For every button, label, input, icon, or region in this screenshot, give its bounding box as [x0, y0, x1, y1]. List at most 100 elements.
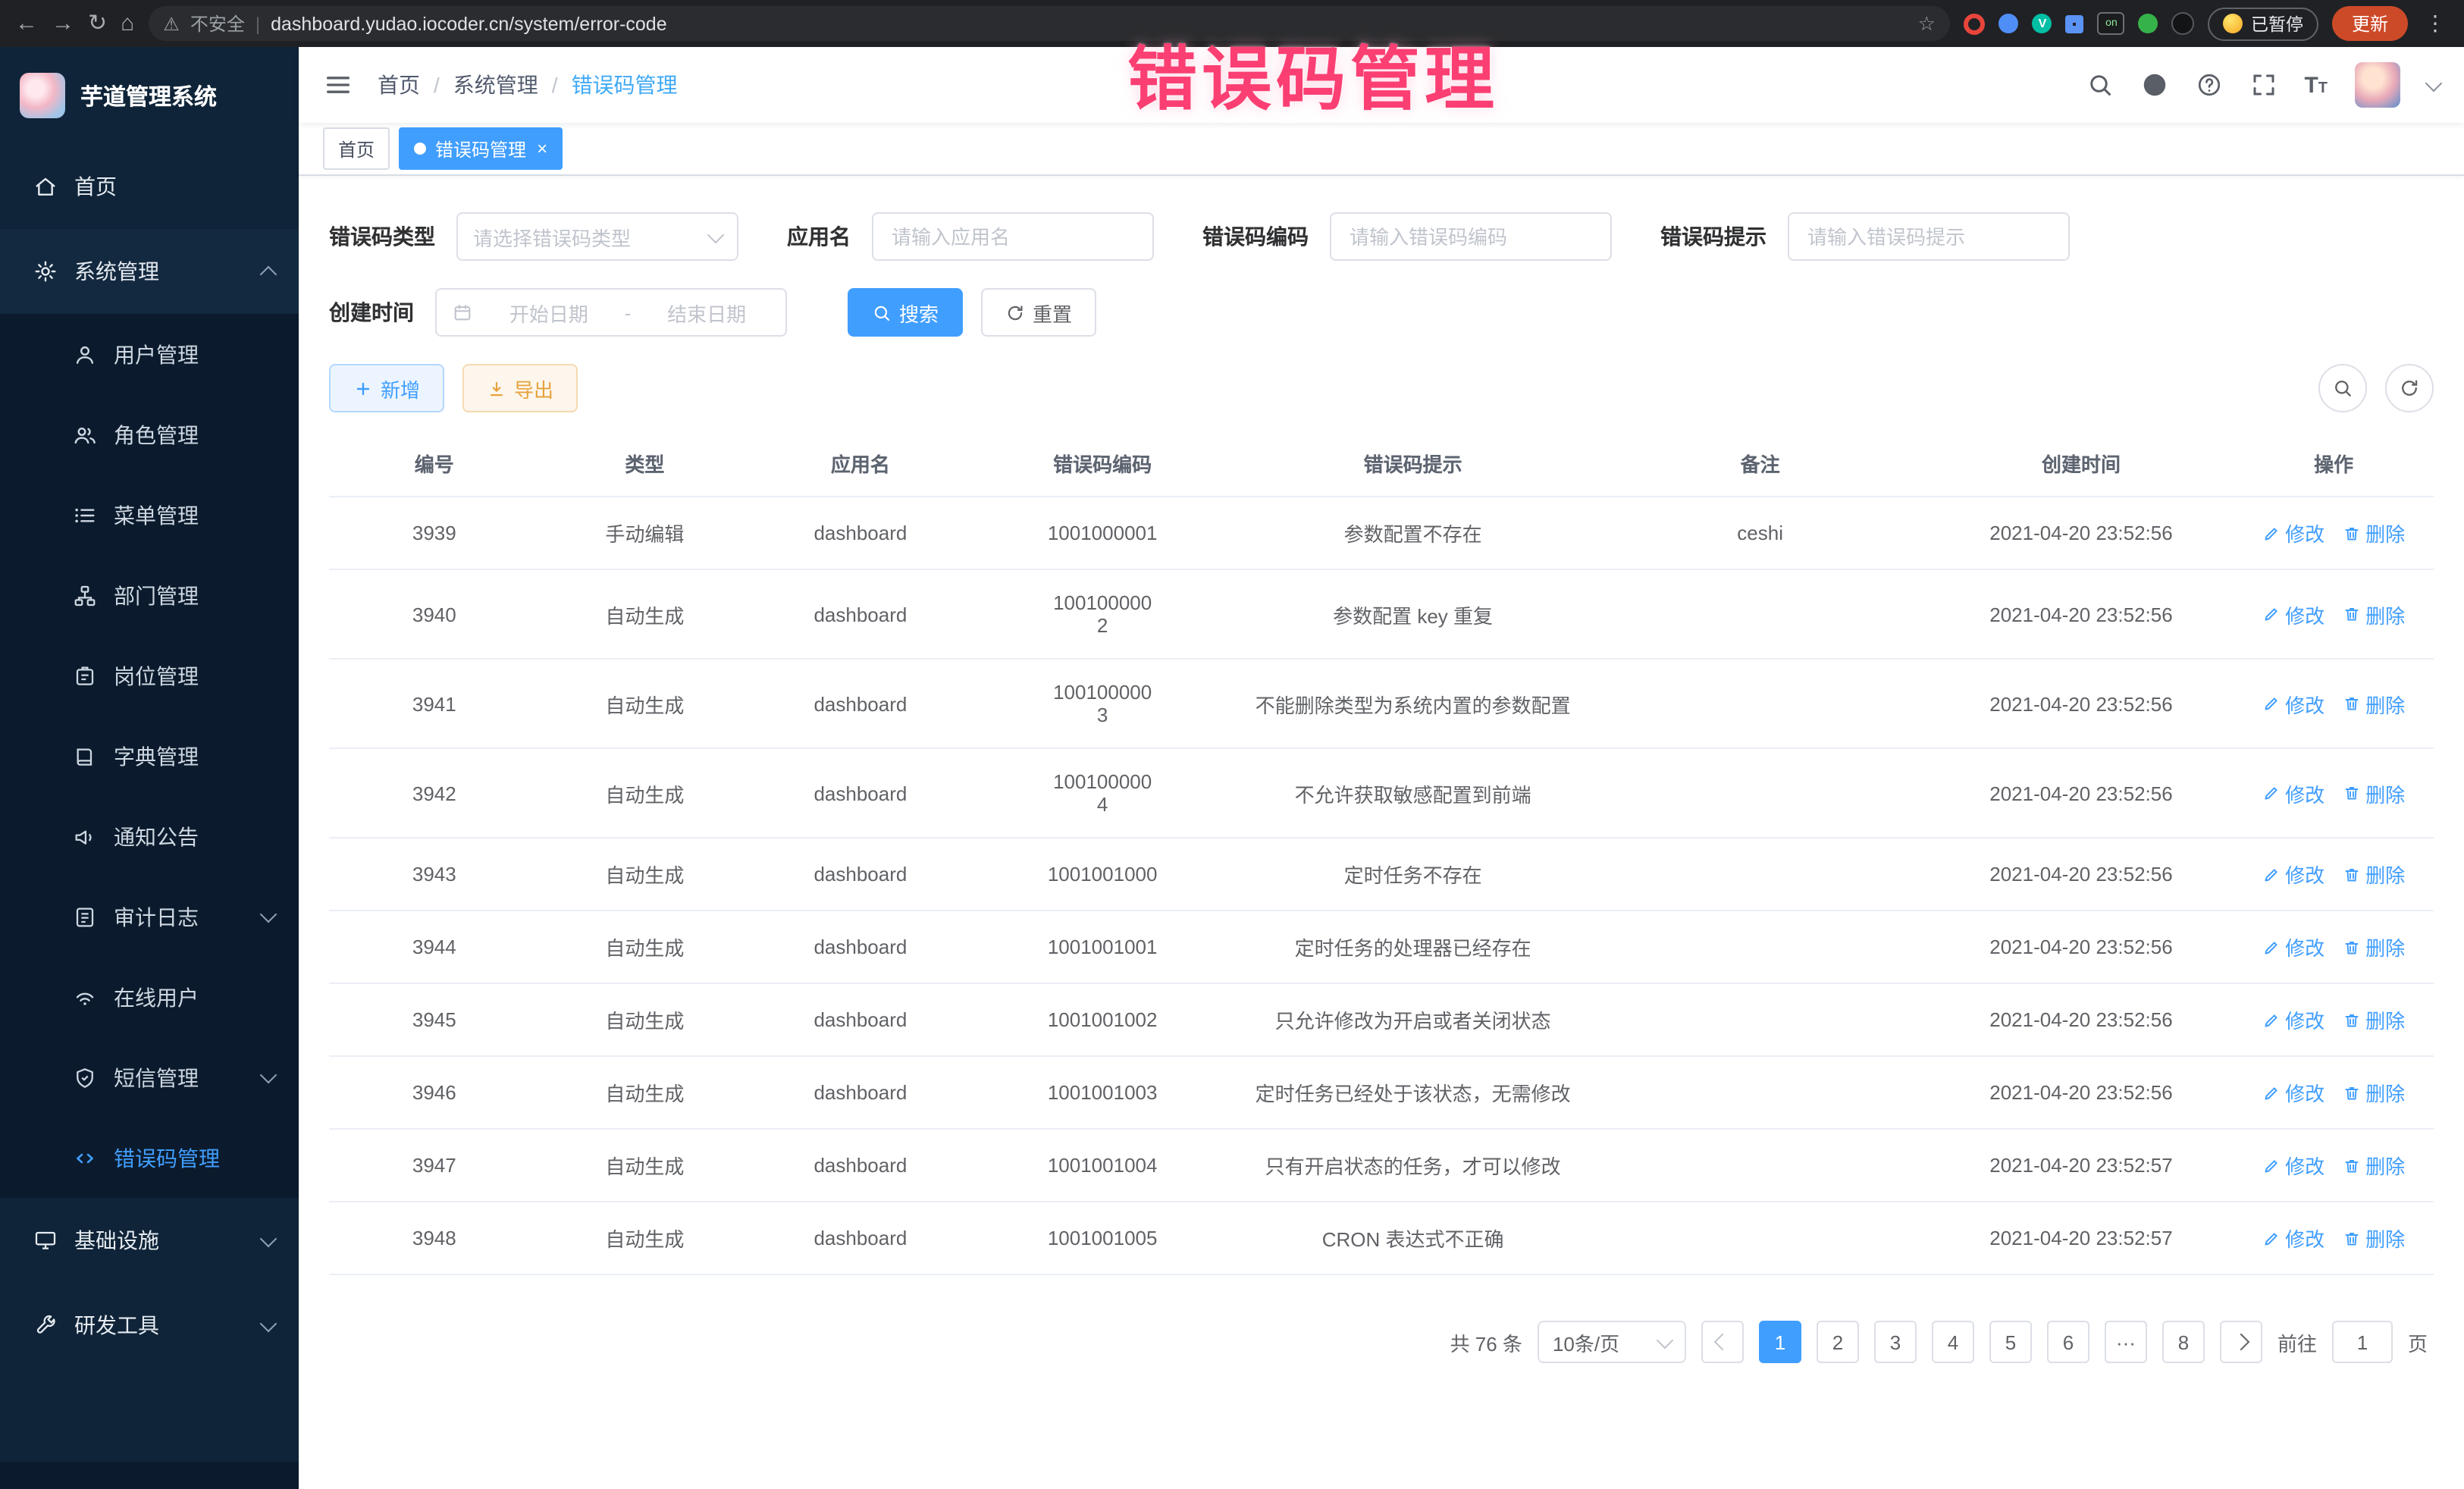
help-icon[interactable] — [2195, 71, 2222, 99]
delete-link[interactable]: 删除 — [2343, 1224, 2405, 1252]
address-bar[interactable]: ⚠ 不安全 | dashboard.yudao.iocoder.cn/syste… — [148, 6, 1951, 41]
edit-link[interactable]: 修改 — [2262, 779, 2324, 807]
sidebar-item-users[interactable]: 角色管理 — [0, 394, 299, 475]
edit-link[interactable]: 修改 — [2262, 933, 2324, 961]
update-button[interactable]: 更新 — [2332, 6, 2408, 41]
page-size-select[interactable]: 10条/页 — [1538, 1321, 1686, 1363]
sidebar-item-log[interactable]: 审计日志 — [0, 876, 299, 957]
extension-icon-grid[interactable] — [2066, 14, 2084, 33]
refresh-table-button[interactable] — [2385, 364, 2434, 412]
page-ellipsis[interactable]: ··· — [2105, 1321, 2147, 1363]
date-range-picker[interactable]: 开始日期 - 结束日期 — [435, 288, 787, 337]
export-button[interactable]: 导出 — [462, 364, 578, 412]
breadcrumb-item[interactable]: 首页 — [378, 70, 420, 100]
edit-icon — [2262, 524, 2281, 542]
forward-icon[interactable]: → — [52, 12, 74, 35]
delete-link[interactable]: 删除 — [2343, 1005, 2405, 1034]
app-name-input[interactable] — [889, 224, 1137, 249]
search-icon[interactable] — [2086, 71, 2113, 99]
row-actions: 修改删除 — [2234, 497, 2434, 569]
close-icon[interactable]: × — [537, 139, 547, 158]
extension-icon-green[interactable] — [2139, 14, 2158, 33]
sidebar-collapse-bar[interactable] — [0, 1462, 299, 1489]
sidebar-item-monitor[interactable]: 基础设施 — [0, 1198, 299, 1283]
add-button[interactable]: 新增 — [329, 364, 444, 412]
delete-link[interactable]: 删除 — [2343, 600, 2405, 629]
filter-time: 创建时间 开始日期 - 结束日期 — [329, 288, 787, 337]
filter-code-label: 错误码编码 — [1202, 221, 1309, 252]
delete-link[interactable]: 删除 — [2343, 689, 2405, 718]
edit-link[interactable]: 修改 — [2262, 1078, 2324, 1107]
tag-view[interactable]: 错误码管理× — [399, 127, 563, 170]
paused-badge[interactable]: 已暂停 — [2209, 7, 2318, 40]
kebab-menu-icon[interactable]: ⋮ — [2422, 11, 2449, 36]
sidebar-item-shield[interactable]: 短信管理 — [0, 1037, 299, 1118]
sidebar-item-org[interactable]: 部门管理 — [0, 555, 299, 635]
delete-link[interactable]: 删除 — [2343, 1078, 2405, 1107]
extension-icon-red[interactable] — [1964, 13, 1986, 34]
error-code-input[interactable] — [1346, 224, 1595, 249]
toggle-search-button[interactable] — [2318, 364, 2367, 412]
next-page-button[interactable] — [2220, 1321, 2262, 1363]
reload-icon[interactable]: ↻ — [88, 12, 107, 35]
hamburger-icon[interactable] — [323, 70, 353, 100]
bookmark-star-icon[interactable]: ☆ — [1918, 11, 1936, 36]
start-date-placeholder[interactable]: 开始日期 — [485, 298, 613, 327]
sidebar-item-wifi[interactable]: 在线用户 — [0, 957, 299, 1037]
goto-page-input[interactable] — [2332, 1321, 2393, 1363]
fullscreen-icon[interactable] — [2249, 71, 2277, 99]
error-type-select[interactable]: 请选择错误码类型 — [456, 212, 738, 261]
avatar[interactable] — [2355, 62, 2400, 108]
back-icon[interactable]: ← — [15, 12, 38, 35]
extension-icon-on[interactable]: on — [2098, 12, 2125, 35]
sidebar-item-gear[interactable]: 系统管理 — [0, 229, 299, 314]
prev-page-button[interactable] — [1701, 1321, 1744, 1363]
end-date-placeholder[interactable]: 结束日期 — [643, 298, 770, 327]
edit-link[interactable]: 修改 — [2262, 600, 2324, 629]
extension-icon-blue[interactable] — [1999, 14, 2019, 33]
github-icon[interactable] — [2140, 71, 2168, 99]
sidebar-item-book[interactable]: 字典管理 — [0, 716, 299, 796]
tag-view[interactable]: 首页 — [323, 127, 390, 170]
delete-link[interactable]: 删除 — [2343, 519, 2405, 547]
sidebar-item-horn[interactable]: 通知公告 — [0, 796, 299, 876]
delete-link[interactable]: 删除 — [2343, 1151, 2405, 1180]
edit-link[interactable]: 修改 — [2262, 689, 2324, 718]
edit-icon — [2262, 1083, 2281, 1102]
edit-link[interactable]: 修改 — [2262, 1005, 2324, 1034]
page-button[interactable]: 6 — [2047, 1321, 2089, 1363]
search-button[interactable]: 搜索 — [848, 288, 963, 337]
error-msg-input[interactable] — [1804, 224, 2053, 249]
page-button[interactable]: 5 — [1989, 1321, 2032, 1363]
delete-link[interactable]: 删除 — [2343, 779, 2405, 807]
chevron-down-icon[interactable] — [2425, 74, 2443, 92]
row-app: dashboard — [750, 569, 970, 659]
sidebar-item-badge[interactable]: 岗位管理 — [0, 635, 299, 716]
browser-home-icon[interactable]: ⌂ — [121, 12, 134, 35]
row-msg: 定时任务的处理器已经存在 — [1234, 911, 1592, 983]
sidebar-item-user[interactable]: 用户管理 — [0, 314, 299, 394]
edit-link[interactable]: 修改 — [2262, 1151, 2324, 1180]
delete-link[interactable]: 删除 — [2343, 933, 2405, 961]
delete-link[interactable]: 删除 — [2343, 860, 2405, 889]
sidebar-item-list[interactable]: 菜单管理 — [0, 475, 299, 555]
page-button[interactable]: 1 — [1759, 1321, 1801, 1363]
url-text[interactable]: dashboard.yudao.iocoder.cn/system/error-… — [271, 13, 1908, 34]
sidebar-item-home[interactable]: 首页 — [0, 144, 299, 229]
page-button[interactable]: 4 — [1932, 1321, 1974, 1363]
sidebar-logo[interactable]: 芋道管理系统 — [0, 47, 299, 144]
edit-link[interactable]: 修改 — [2262, 1224, 2324, 1252]
page-button[interactable]: 2 — [1817, 1321, 1859, 1363]
sidebar-item-code[interactable]: 错误码管理 — [0, 1118, 299, 1198]
sidebar-item-tool[interactable]: 研发工具 — [0, 1283, 299, 1368]
extension-icon-teal[interactable]: V — [2033, 14, 2052, 33]
page-button[interactable]: 8 — [2162, 1321, 2205, 1363]
edit-link[interactable]: 修改 — [2262, 860, 2324, 889]
security-label[interactable]: 不安全 — [190, 11, 245, 36]
font-size-icon[interactable]: TT — [2304, 74, 2328, 96]
extension-icon-dark[interactable] — [2172, 12, 2195, 35]
reset-button[interactable]: 重置 — [981, 288, 1096, 337]
page-button[interactable]: 3 — [1874, 1321, 1917, 1363]
breadcrumb-item[interactable]: 系统管理 — [453, 70, 538, 100]
edit-link[interactable]: 修改 — [2262, 519, 2324, 547]
